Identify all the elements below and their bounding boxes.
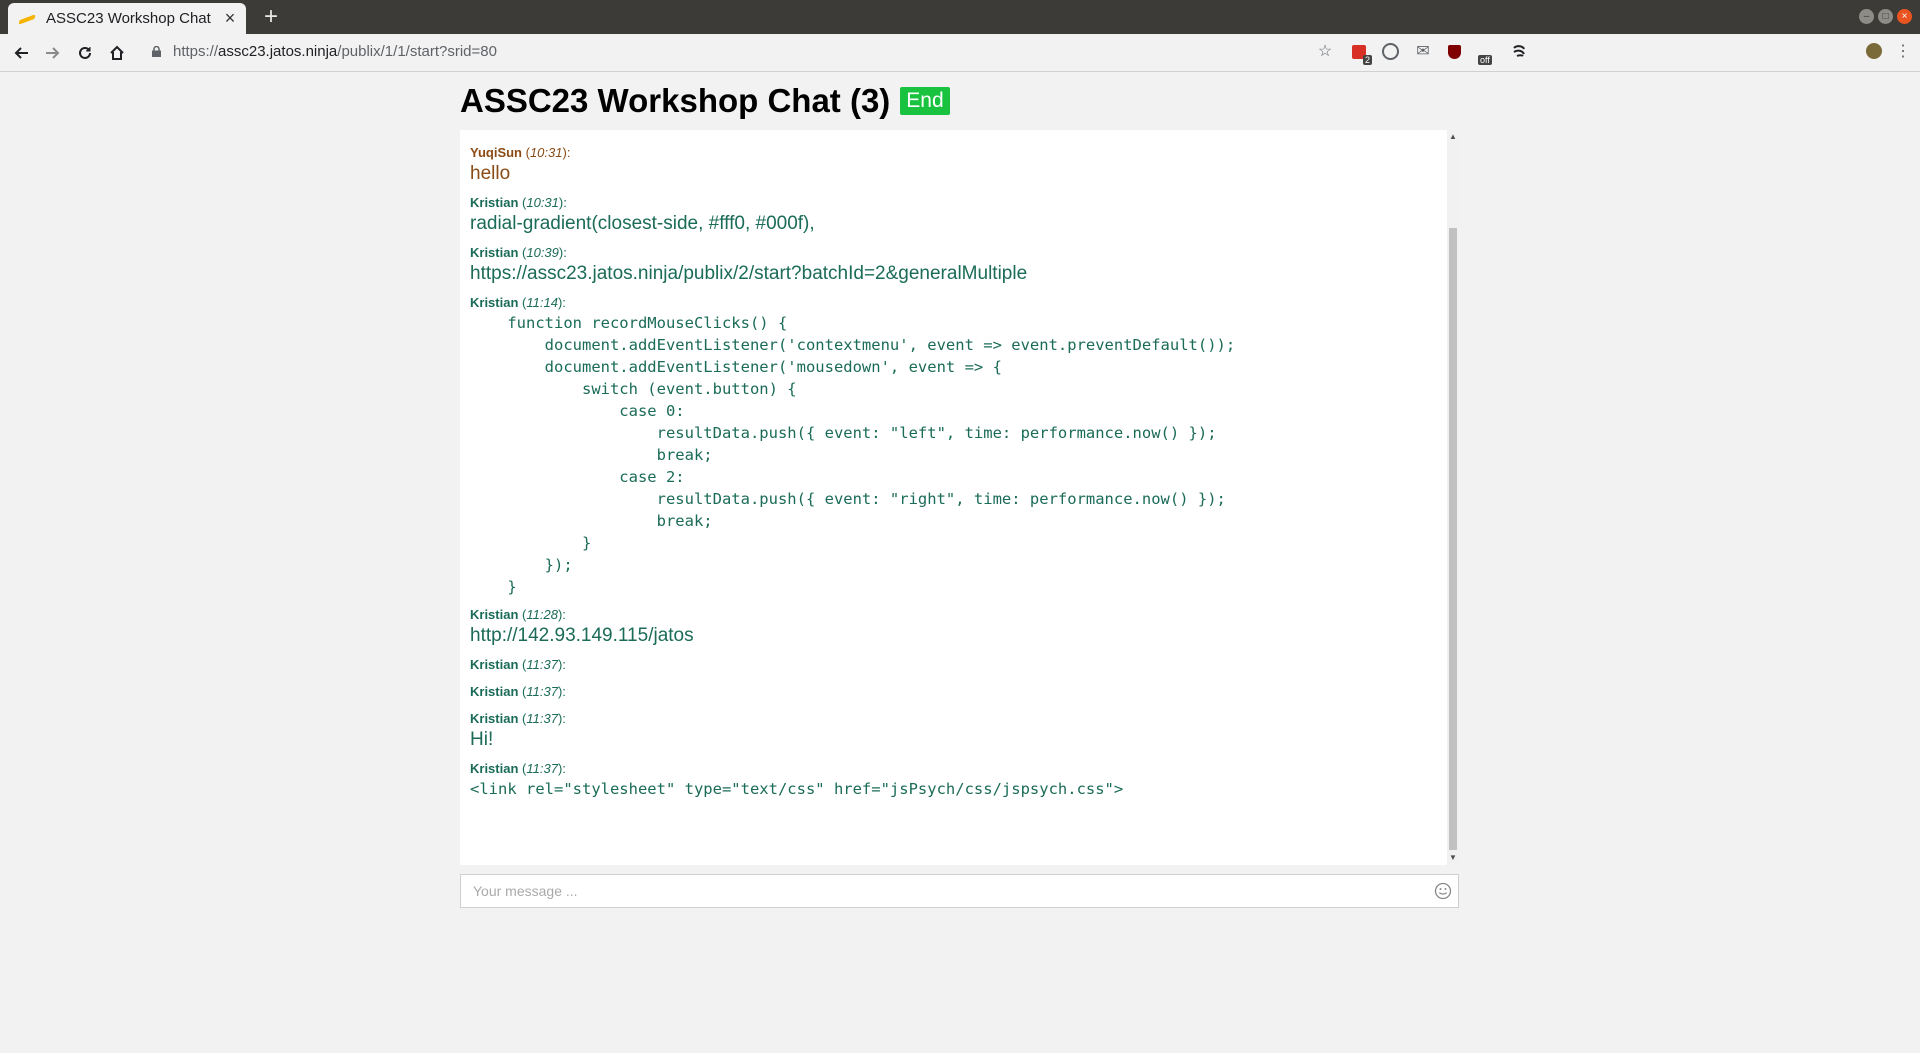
- message-time: 11:37: [526, 684, 558, 699]
- browser-tab-bar: ASSC23 Workshop Chat × + – □ ×: [0, 0, 1920, 34]
- url-host: assc23.jatos.ninja: [218, 43, 338, 60]
- message-author: Kristian: [470, 684, 519, 699]
- page-title: ASSC23 Workshop Chat (3) End: [460, 80, 950, 122]
- message-time: 11:14: [526, 295, 558, 310]
- extension-off-icon[interactable]: off: [1478, 43, 1496, 65]
- emoji-icon[interactable]: [1434, 882, 1452, 900]
- message-time: 11:37: [526, 761, 558, 776]
- mail-icon[interactable]: ✉: [1414, 43, 1432, 61]
- message-time: 11:37: [526, 711, 558, 726]
- scrollbar-thumb[interactable]: [1449, 228, 1457, 850]
- browser-tab[interactable]: ASSC23 Workshop Chat ×: [8, 3, 246, 34]
- message-meta: Kristian (11:37):: [470, 684, 566, 699]
- message-meta: YuqiSun (10:31):: [470, 145, 571, 160]
- chat-message: Kristian (11:14): function recordMouseCl…: [470, 294, 1439, 598]
- message-author: Kristian: [470, 195, 519, 210]
- extension-swirl-icon[interactable]: [1510, 43, 1528, 61]
- reload-icon: [79, 46, 91, 59]
- chat-scrollbar[interactable]: ▲ ▼: [1447, 130, 1459, 865]
- message-time: 10:31: [529, 145, 563, 160]
- chat-title: ASSC23 Workshop Chat (3): [460, 82, 891, 119]
- message-author: Kristian: [470, 245, 519, 260]
- message-author: Kristian: [470, 295, 519, 310]
- message-text: radial-gradient(closest-side, #fff0, #00…: [470, 213, 815, 234]
- message-text: http://142.93.149.115/jatos: [470, 625, 694, 646]
- bookmark-star-icon[interactable]: ☆: [1316, 43, 1334, 61]
- chat-messages-panel[interactable]: YuqiSun (10:31): hello Kristian (10:31): ra…: [460, 130, 1459, 865]
- url-protocol: https://: [173, 43, 219, 60]
- reload-button[interactable]: [72, 40, 98, 66]
- message-meta: Kristian (11:37):: [470, 711, 566, 726]
- message-meta: Kristian (11:37):: [470, 657, 566, 672]
- chat-message: Kristian (11:37):: [470, 683, 1439, 701]
- home-button[interactable]: [104, 40, 130, 66]
- lock-icon[interactable]: [152, 46, 161, 57]
- arrow-right-icon: [46, 47, 60, 59]
- message-author: YuqiSun: [470, 145, 522, 160]
- tab-close-icon[interactable]: ×: [220, 8, 240, 29]
- message-author: Kristian: [470, 711, 519, 726]
- back-button[interactable]: [8, 40, 34, 66]
- message-time: 11:37: [526, 657, 558, 672]
- message-time: 11:28: [526, 607, 558, 622]
- message-text: <link rel="stylesheet" type="text/css" h…: [470, 780, 1124, 798]
- extension-off-label: off: [1478, 55, 1492, 65]
- message-input-container: [460, 874, 1459, 908]
- chat-message: Kristian (11:37): <link rel="stylesheet" …: [470, 760, 1439, 800]
- tab-title: ASSC23 Workshop Chat: [46, 10, 211, 27]
- scroll-up-arrow-icon[interactable]: ▲: [1447, 130, 1459, 144]
- extension-circle-icon[interactable]: [1382, 43, 1400, 61]
- message-input[interactable]: [461, 875, 1435, 907]
- forward-button[interactable]: [40, 40, 66, 66]
- message-text: Hi!: [470, 729, 494, 750]
- message-meta: Kristian (10:39):: [470, 245, 567, 260]
- home-icon: [110, 45, 124, 60]
- message-list: YuqiSun (10:31): hello Kristian (10:31): ra…: [470, 144, 1439, 808]
- address-bar[interactable]: https://assc23.jatos.ninja/publix/1/1/st…: [173, 42, 497, 62]
- chat-message: YuqiSun (10:31): hello: [470, 144, 1439, 186]
- message-time: 10:39: [526, 245, 559, 260]
- extension-badge-count: 2: [1362, 55, 1372, 65]
- browser-menu-icon[interactable]: ⋮: [1894, 43, 1912, 61]
- chat-message: Kristian (10:39): https://assc23.jatos.ni…: [470, 244, 1439, 286]
- end-button[interactable]: End: [900, 87, 950, 115]
- url-path: /publix/1/1/start?srid=80: [337, 43, 497, 60]
- chat-message: Kristian (11:37): Hi!: [470, 710, 1439, 752]
- new-tab-button[interactable]: +: [258, 4, 284, 30]
- message-meta: Kristian (11:14):: [470, 295, 566, 310]
- message-meta: Kristian (10:31):: [470, 195, 567, 210]
- extension-red-badge-icon[interactable]: 2: [1350, 43, 1372, 65]
- chat-message: Kristian (10:31): radial-gradient(closest…: [470, 194, 1439, 236]
- jatos-favicon-icon: [20, 13, 36, 25]
- message-text: https://assc23.jatos.ninja/publix/2/star…: [470, 263, 1028, 284]
- close-window-button[interactable]: ×: [1897, 9, 1912, 24]
- message-text: function recordMouseClicks() { document.…: [507, 314, 1236, 596]
- message-text: hello: [470, 163, 511, 184]
- message-author: Kristian: [470, 607, 519, 622]
- maximize-window-button[interactable]: □: [1878, 9, 1893, 24]
- profile-avatar-icon[interactable]: [1866, 43, 1884, 61]
- scroll-down-arrow-icon[interactable]: ▼: [1447, 851, 1459, 865]
- message-meta: Kristian (11:37):: [470, 761, 566, 776]
- minimize-window-button[interactable]: –: [1859, 9, 1874, 24]
- message-time: 10:31: [526, 195, 559, 210]
- arrow-left-icon: [14, 47, 28, 59]
- chat-message: Kristian (11:28): http://142.93.149.115/j…: [470, 606, 1439, 648]
- browser-toolbar: https://assc23.jatos.ninja/publix/1/1/st…: [0, 34, 1920, 72]
- message-author: Kristian: [470, 657, 519, 672]
- message-meta: Kristian (11:28):: [470, 607, 566, 622]
- window-controls: – □ ×: [1859, 9, 1912, 24]
- message-author: Kristian: [470, 761, 519, 776]
- ublock-shield-icon[interactable]: [1446, 43, 1464, 61]
- chat-message: Kristian (11:37):: [470, 656, 1439, 674]
